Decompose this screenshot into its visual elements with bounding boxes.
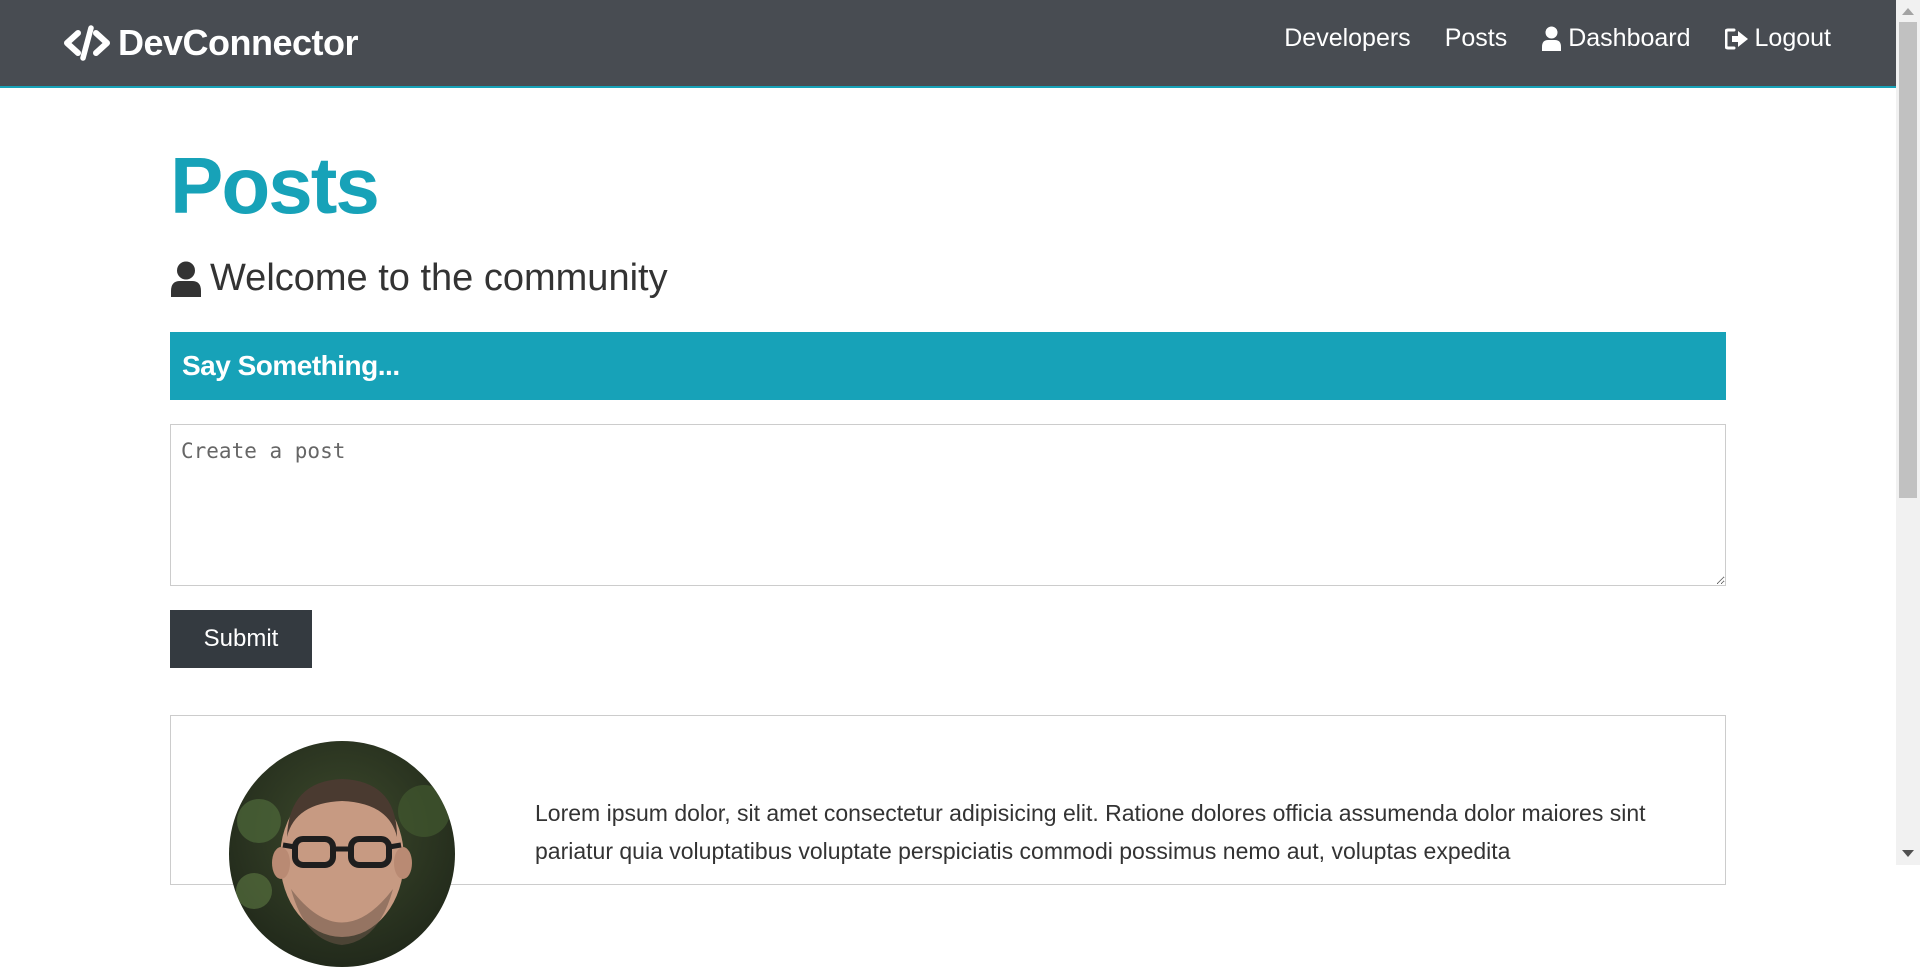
brand-name: DevConnector [118,22,359,63]
lead-text: Welcome to the community [170,257,668,300]
sign-out-icon [1724,28,1748,49]
post-item: Lorem ipsum dolor, sit amet consectetur … [170,715,1726,967]
nav-link-posts[interactable]: Posts [1445,24,1508,53]
nav-link-label: Dashboard [1568,24,1691,52]
nav-link-developers[interactable]: Developers [1284,24,1410,53]
nav-link-logout[interactable]: Logout [1724,24,1831,53]
scrollbar-thumb[interactable] [1899,22,1917,498]
nav-link-label: Posts [1444,24,1508,52]
vertical-scrollbar[interactable] [1896,0,1920,865]
scroll-up-arrow-icon[interactable] [1902,8,1914,15]
avatar-image [229,741,455,967]
post-text: Lorem ipsum dolor, sit amet consectetur … [535,800,1646,864]
avatar[interactable] [229,741,455,967]
page-title: Posts [170,141,380,230]
user-icon [1542,26,1562,51]
nav-links: Developers Posts Dashboard Logout [1284,24,1831,53]
nav-link-label: Logout [1754,24,1831,52]
user-icon [171,261,201,297]
post-form-header-label: Say Something... [182,350,400,381]
brand-link[interactable]: DevConnector [64,21,359,65]
code-icon [64,25,110,61]
nav-link-label: Developers [1284,24,1411,52]
scroll-down-arrow-icon[interactable] [1902,850,1914,857]
post-form-header: Say Something... [170,332,1726,400]
nav-link-dashboard[interactable]: Dashboard [1541,24,1691,53]
navbar: DevConnector Developers Posts Dashboard … [0,0,1896,88]
create-post-textarea[interactable] [170,424,1726,586]
submit-button[interactable]: Submit [170,610,312,668]
lead-label: Welcome to the community [210,257,668,299]
